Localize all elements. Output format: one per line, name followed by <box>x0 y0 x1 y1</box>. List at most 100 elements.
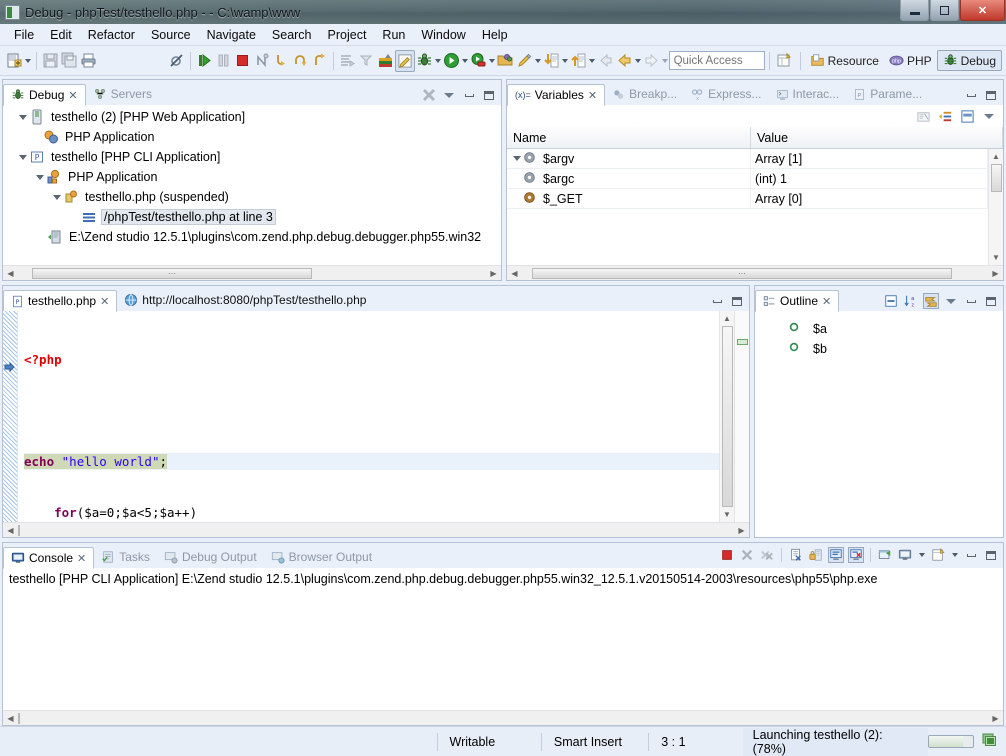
run-to-line-icon[interactable] <box>338 50 357 72</box>
expand-arrow[interactable] <box>34 167 46 187</box>
step-return-icon[interactable] <box>310 50 329 72</box>
tab-testhello-php[interactable]: P testhello.php ✕ <box>3 290 118 312</box>
tab-debug[interactable]: Debug ✕ <box>3 84 86 106</box>
variable-name-cell[interactable]: $argv <box>507 149 751 168</box>
tab-parameters[interactable]: P Parame... <box>846 83 929 105</box>
menu-search[interactable]: Search <box>264 26 320 44</box>
display-caret[interactable] <box>917 544 926 566</box>
editor-hscrollbar[interactable]: ◀ ▶ <box>3 522 749 537</box>
menu-refactor[interactable]: Refactor <box>80 26 143 44</box>
menu-source[interactable]: Source <box>143 26 199 44</box>
run-icon[interactable] <box>442 50 461 72</box>
menu-file[interactable]: File <box>6 26 42 44</box>
upload-icon[interactable] <box>568 50 587 72</box>
remove-all-terminated-icon[interactable] <box>759 547 775 563</box>
save-icon[interactable] <box>41 50 60 72</box>
code-editor[interactable]: <?php echo "hello world"; for($a=0;$a<5;… <box>3 311 749 522</box>
new-dropdown-caret[interactable] <box>24 50 32 72</box>
tab-outline[interactable]: Outline ✕ <box>755 290 840 312</box>
maximize-icon[interactable] <box>983 293 999 309</box>
tab-browser-preview[interactable]: http://localhost:8080/phpTest/testhello.… <box>117 289 373 311</box>
tab-browser-output[interactable]: Browser Output <box>264 546 379 568</box>
view-menu-icon[interactable] <box>981 108 997 124</box>
terminate-icon[interactable] <box>719 547 735 563</box>
source-code[interactable]: <?php echo "hello world"; for($a=0;$a<5;… <box>18 311 719 522</box>
clear-console-icon[interactable] <box>788 547 804 563</box>
download-caret[interactable] <box>561 50 569 72</box>
minimize-icon[interactable] <box>963 87 979 103</box>
table-row[interactable]: $argc (int) 1 <box>507 169 988 189</box>
menu-edit[interactable]: Edit <box>42 26 80 44</box>
collapse-all-icon[interactable] <box>883 293 899 309</box>
maximize-icon[interactable] <box>481 87 497 103</box>
variables-hscrollbar[interactable]: ◀ ⋯ ▶ <box>507 265 1003 280</box>
list-item[interactable]: $b <box>755 339 1003 359</box>
marker-caret[interactable] <box>534 50 542 72</box>
perspective-resource[interactable]: Resource <box>805 51 884 70</box>
scroll-up-arrow[interactable]: ▲ <box>992 149 1000 164</box>
debug-tree[interactable]: testhello (2) [PHP Web Application] PHP … <box>3 105 501 265</box>
bookmark-icon[interactable] <box>376 50 395 72</box>
perspective-debug[interactable]: Debug <box>936 50 1002 71</box>
table-row[interactable]: $argv Array [1] <box>507 149 988 169</box>
expand-arrow[interactable] <box>17 107 29 127</box>
collapse-all-icon[interactable] <box>937 108 953 124</box>
tree-row[interactable]: testhello.php (suspended) <box>3 187 501 207</box>
skip-breakpoints-icon[interactable] <box>167 50 186 72</box>
show-logical-structure-icon[interactable] <box>915 108 931 124</box>
remove-all-terminated-icon[interactable] <box>421 87 437 103</box>
use-step-filters-icon[interactable] <box>357 50 376 72</box>
download-icon[interactable] <box>542 50 561 72</box>
resume-icon[interactable] <box>195 50 214 72</box>
variable-value-cell[interactable]: Array [0] <box>751 189 988 208</box>
overview-ruler[interactable] <box>734 311 749 522</box>
minimize-icon[interactable] <box>963 547 979 563</box>
perspective-php[interactable]: php PHP <box>884 51 937 70</box>
variable-name-cell[interactable]: $_GET <box>507 189 751 208</box>
scroll-thumb[interactable] <box>990 164 1002 192</box>
close-icon[interactable]: ✕ <box>588 89 597 102</box>
close-icon[interactable]: ✕ <box>822 295 831 308</box>
hide-fields-icon[interactable] <box>923 293 939 309</box>
scroll-down-arrow[interactable]: ▼ <box>992 250 1000 265</box>
close-icon[interactable]: ✕ <box>68 89 77 102</box>
variable-value-cell[interactable]: (int) 1 <box>751 169 988 188</box>
forward-icon[interactable] <box>642 50 661 72</box>
minimize-icon[interactable] <box>963 293 979 309</box>
progress-windows-icon[interactable] <box>982 733 998 751</box>
scroll-down-arrow[interactable]: ▼ <box>723 507 731 522</box>
profile-caret[interactable] <box>488 50 496 72</box>
minimize-icon[interactable] <box>461 87 477 103</box>
print-icon[interactable] <box>79 50 98 72</box>
tab-tasks[interactable]: Tasks <box>94 546 157 568</box>
menu-help[interactable]: Help <box>474 26 516 44</box>
tab-debug-output[interactable]: Debug Output <box>157 546 264 568</box>
table-row[interactable]: $_GET Array [0] <box>507 189 988 209</box>
vertical-ruler[interactable] <box>3 311 17 522</box>
scroll-right-arrow[interactable]: ▶ <box>486 269 501 278</box>
tab-variables[interactable]: (x)= Variables ✕ <box>507 84 606 106</box>
debug-tree-hscrollbar[interactable]: ◀ ⋯ ▶ <box>3 265 501 280</box>
variable-value-cell[interactable]: Array [1] <box>751 149 988 168</box>
tree-row[interactable]: E:\Zend studio 12.5.1\plugins\com.zend.p… <box>3 227 501 247</box>
step-over-icon[interactable] <box>291 50 310 72</box>
menu-run[interactable]: Run <box>374 26 413 44</box>
scroll-right-arrow[interactable]: ▶ <box>988 269 1003 278</box>
minimize-icon[interactable] <box>709 293 725 309</box>
scroll-thumb[interactable]: ⋯ <box>532 267 952 279</box>
quick-access-input[interactable] <box>668 51 765 70</box>
tree-row[interactable]: testhello (2) [PHP Web Application] <box>3 107 501 127</box>
profile-icon[interactable] <box>469 50 488 72</box>
minimize-button[interactable] <box>900 0 929 21</box>
scroll-left-arrow[interactable]: ◀ <box>3 269 18 278</box>
expand-arrow[interactable] <box>51 187 63 207</box>
maximize-button[interactable] <box>930 0 959 21</box>
column-header-value[interactable]: Value <box>751 127 1003 148</box>
tree-row[interactable]: PHP Application <box>3 127 501 147</box>
scroll-left-arrow[interactable]: ◀ <box>507 269 522 278</box>
debug-caret[interactable] <box>434 50 442 72</box>
console-hscrollbar[interactable]: ◀ ▶ <box>3 710 1003 725</box>
tab-console[interactable]: Console ✕ <box>3 547 95 569</box>
console-output[interactable]: testhello [PHP CLI Application] E:\Zend … <box>3 568 1003 710</box>
back-icon[interactable] <box>595 50 614 72</box>
